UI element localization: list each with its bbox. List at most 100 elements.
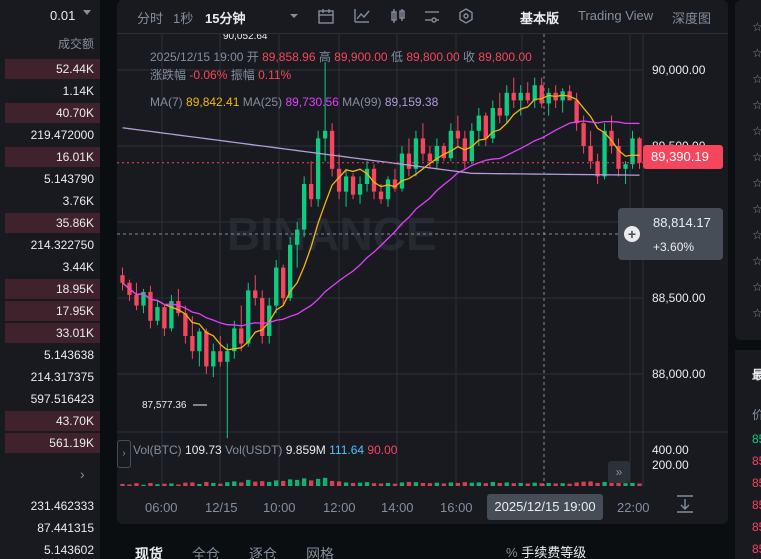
star-icon[interactable]: ☆ <box>752 46 761 60</box>
view-depth[interactable]: 深度图 <box>672 8 711 27</box>
volume-bar <box>308 480 314 486</box>
time-axis-label: 16:00 <box>440 500 473 515</box>
interval-dropdown-icon[interactable] <box>285 7 303 25</box>
candle-body <box>532 85 537 101</box>
candle-body <box>511 92 516 101</box>
hexagon-icon[interactable] <box>457 7 475 25</box>
volume-bar <box>567 483 572 486</box>
volume-bar <box>134 483 139 486</box>
candle-body <box>574 100 579 124</box>
low-label: 低 <box>390 50 403 64</box>
volume-bar <box>120 483 125 486</box>
order-book-row[interactable]: 5.143638 <box>0 344 100 366</box>
candle-body <box>483 115 488 139</box>
fee-level-link[interactable]: % 手续费等级 <box>506 542 586 559</box>
candle-body <box>281 267 286 298</box>
star-icon[interactable]: ☆ <box>752 202 761 216</box>
volume-bar <box>469 482 474 486</box>
order-book-row[interactable]: 561.19K <box>0 432 100 454</box>
volume-bar <box>183 482 188 486</box>
candle-body <box>246 290 251 344</box>
order-book-row[interactable]: 43.70K <box>0 410 100 432</box>
view-basic[interactable]: 基本版 <box>520 8 559 27</box>
order-book-row[interactable]: 214.322750 <box>0 234 100 256</box>
order-book-row[interactable]: 33.01K <box>0 322 100 344</box>
order-book-value: 16.01K <box>55 150 94 164</box>
chart-toolbar: 分时 1秒 15分钟 基本版 Trading View 深度图 <box>117 0 728 34</box>
star-icon[interactable]: ☆ <box>752 176 761 190</box>
tab-spot[interactable]: 现货 <box>135 544 163 559</box>
settings-icon[interactable] <box>423 7 441 25</box>
volume-bar <box>246 479 251 486</box>
ma7-label: MA(7) <box>150 95 183 109</box>
crosshair-price: 88,814.17 <box>653 215 711 230</box>
star-icon[interactable]: ☆ <box>752 254 761 268</box>
collapse-volume-button[interactable]: › <box>117 440 131 468</box>
candle-body <box>155 307 160 321</box>
order-book-row[interactable]: 214.317375 <box>0 366 100 388</box>
star-icon[interactable]: ☆ <box>752 228 761 242</box>
calendar-icon[interactable] <box>317 7 335 25</box>
interval-15m[interactable]: 15分钟 <box>205 8 245 27</box>
volume-bar <box>532 482 537 486</box>
order-book-row[interactable]: 17.95K <box>0 300 100 322</box>
order-book-row[interactable]: 18.95K <box>0 278 100 300</box>
add-alert-icon[interactable]: + <box>624 226 640 242</box>
order-book-row[interactable]: 231.462333 <box>0 495 100 517</box>
candle-body <box>232 328 237 352</box>
order-book-row[interactable]: 52.44K <box>0 58 100 80</box>
candle-body <box>301 184 307 230</box>
candle-body <box>197 331 202 352</box>
volume-bar <box>336 481 342 486</box>
reset-view-icon[interactable] <box>677 495 693 513</box>
tab-isolated[interactable]: 逐仓 <box>249 544 277 559</box>
star-icon[interactable]: ☆ <box>752 98 761 112</box>
volume-bar <box>281 480 286 486</box>
close-label: 收 <box>463 50 476 64</box>
order-book-row[interactable]: 597.516423 <box>0 388 100 410</box>
interval-1s[interactable]: 1秒 <box>173 8 193 27</box>
chevron-down-icon[interactable] <box>83 10 91 15</box>
tab-grid[interactable]: 网格 <box>306 544 334 559</box>
volume-bar <box>274 480 279 486</box>
candle-type-icon[interactable] <box>389 7 407 25</box>
volume-bar <box>518 482 523 486</box>
order-book-value: 5.143790 <box>43 172 94 186</box>
star-icon[interactable]: ☆ <box>752 124 761 138</box>
volume-bar <box>455 482 461 486</box>
price-axis-label: 88,500.00 <box>652 291 706 305</box>
star-icon[interactable]: ☆ <box>752 150 761 164</box>
chevron-right-icon[interactable]: › <box>80 466 85 482</box>
star-icon[interactable]: ☆ <box>752 20 761 34</box>
crosshair-pct: +3.60% <box>653 240 695 254</box>
order-book-value: 18.95K <box>55 282 94 296</box>
tab-cross[interactable]: 全仓 <box>192 544 220 559</box>
ma99-label: MA(99) <box>342 95 382 109</box>
volume-bar <box>490 481 495 486</box>
price-step-select[interactable]: 0.01 <box>50 8 75 23</box>
time-axis-label: 06:00 <box>145 500 178 515</box>
time-axis-label: 12/15 <box>205 500 238 515</box>
candle-body <box>623 164 628 169</box>
order-book-row[interactable]: 5.143790 <box>0 168 100 190</box>
interval-timeline[interactable]: 分时 <box>137 8 163 27</box>
star-icon[interactable]: ☆ <box>752 72 761 86</box>
order-book-row[interactable]: 219.472000 <box>0 124 100 146</box>
fast-forward-button[interactable]: » <box>608 461 630 483</box>
order-book-row[interactable]: 5.143602 <box>0 539 100 559</box>
candle-body <box>343 176 349 192</box>
star-icon[interactable]: ☆ <box>752 306 761 320</box>
view-tradingview[interactable]: Trading View <box>578 8 653 23</box>
candle-body <box>539 85 544 104</box>
order-book-row[interactable]: 16.01K <box>0 146 100 168</box>
order-book-row[interactable]: 40.70K <box>0 102 100 124</box>
indicator-icon[interactable] <box>353 7 371 25</box>
order-book-row[interactable]: 3.76K <box>0 190 100 212</box>
volume-bar <box>441 483 447 486</box>
candle-body <box>308 184 314 200</box>
order-book-row[interactable]: 1.14K <box>0 80 100 102</box>
star-icon[interactable]: ☆ <box>752 280 761 294</box>
order-book-row[interactable]: 35.86K <box>0 212 100 234</box>
order-book-row[interactable]: 3.44K <box>0 256 100 278</box>
order-book-row[interactable]: 87.441315 <box>0 517 100 539</box>
